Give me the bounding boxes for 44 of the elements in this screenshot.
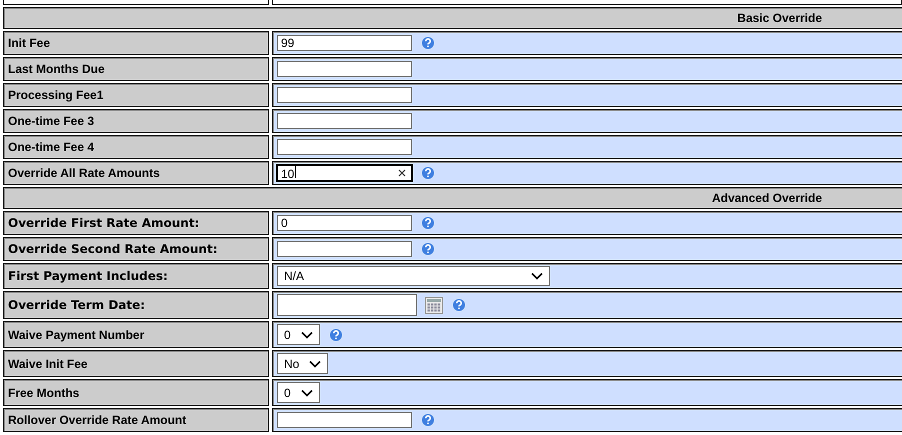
help-icon[interactable] [420,215,436,231]
help-icon[interactable] [420,35,436,51]
help-icon[interactable] [328,326,344,342]
field-label: Waive Init Fee [3,350,269,377]
field-label: Init Fee [3,31,269,55]
dropdown[interactable]: No [277,353,328,374]
section-header: Basic Override [3,7,902,29]
chevron-down-icon [300,330,313,338]
field-label: Processing Fee1 [3,83,269,107]
dropdown[interactable]: 0 [277,382,320,403]
section-header: Advanced Override [3,187,902,209]
input-field[interactable] [277,87,412,103]
help-icon[interactable] [420,412,436,428]
field-label: First Payment Includes: [3,263,269,289]
field-label: One-time Fee 3 [3,109,269,133]
input-field[interactable] [277,139,412,155]
field-label: Free Months [3,379,269,406]
close-icon [398,169,406,177]
clear-button[interactable] [396,169,408,177]
field-label: Last Months Due [3,57,269,81]
input-field[interactable] [277,241,412,257]
field-label: Waive Payment Number [3,321,269,348]
input-field[interactable] [277,61,412,77]
field-label: Override Term Date: [3,291,269,319]
field-label: Override All Rate Amounts [3,161,269,185]
input-field[interactable]: 99 [277,35,412,51]
dropdown[interactable]: 0 [277,324,320,345]
field-label: One-time Fee 4 [3,135,269,159]
dropdown[interactable]: N/A [277,266,550,286]
help-icon[interactable] [420,165,436,181]
calendar-icon[interactable] [425,296,443,314]
field-label: Override First Rate Amount: [3,211,269,235]
chevron-down-icon [300,388,313,396]
field-label: Override Second Rate Amount: [3,237,269,261]
help-icon[interactable] [420,241,436,257]
help-icon[interactable] [451,297,467,313]
input-field[interactable] [277,113,412,129]
field-label: Rollover Override Rate Amount [3,408,269,432]
chevron-down-icon [531,272,543,280]
input-field[interactable]: 10 [277,165,412,181]
input-field[interactable]: 0 [277,215,412,231]
date-field[interactable] [277,294,417,316]
chevron-down-icon [309,360,322,368]
input-field[interactable] [277,412,412,428]
